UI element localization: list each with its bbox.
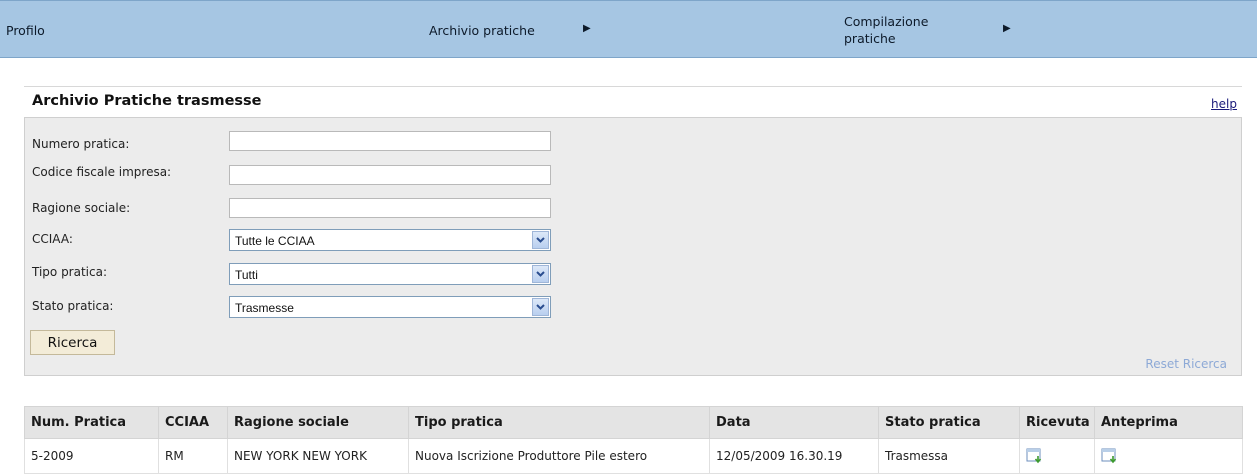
ragione-sociale-label: Ragione sociale: <box>32 201 131 215</box>
cell-cciaa: RM <box>158 438 228 474</box>
chevron-down-icon[interactable] <box>532 298 549 316</box>
cell-data: 12/05/2009 16.30.19 <box>709 438 879 474</box>
triangle-right-icon[interactable]: ▶ <box>583 23 591 34</box>
stato-pratica-select[interactable]: Trasmesse <box>229 296 551 318</box>
search-form-panel <box>24 117 1242 376</box>
cciaa-select-value: Tutte le CCIAA <box>235 234 315 248</box>
results-table: Num. Pratica CCIAA Ragione sociale Tipo … <box>24 406 1243 474</box>
numero-pratica-input[interactable] <box>229 131 551 151</box>
cell-tipo-pratica: Nuova Iscrizione Produttore Pile estero <box>408 438 710 474</box>
numero-pratica-label: Numero pratica: <box>32 137 130 151</box>
codice-fiscale-input[interactable] <box>229 165 551 185</box>
triangle-right-icon[interactable]: ▶ <box>1003 23 1011 34</box>
column-header-cciaa: CCIAA <box>158 406 228 439</box>
cell-ragione-sociale: NEW YORK NEW YORK <box>227 438 409 474</box>
column-header-ragione-sociale: Ragione sociale <box>227 406 409 439</box>
ragione-sociale-input[interactable] <box>229 198 551 218</box>
table-row: 5-2009 RM NEW YORK NEW YORK Nuova Iscriz… <box>24 438 1243 474</box>
tipo-pratica-select-value: Tutti <box>235 268 258 282</box>
cell-stato-pratica: Trasmessa <box>878 438 1020 474</box>
stato-pratica-select-value: Trasmesse <box>235 301 294 315</box>
nav-compilazione-pratiche[interactable]: Compilazione pratiche <box>844 13 964 47</box>
top-navigation-bar: Profilo Archivio pratiche ▶ Compilazione… <box>0 0 1257 58</box>
chevron-down-icon[interactable] <box>532 265 549 283</box>
cell-num-pratica: 5-2009 <box>24 438 159 474</box>
ricerca-button[interactable]: Ricerca <box>30 330 115 355</box>
column-header-stato-pratica: Stato pratica <box>878 406 1020 439</box>
help-link[interactable]: help <box>1211 97 1237 111</box>
codice-fiscale-label: Codice fiscale impresa: <box>32 165 172 179</box>
download-document-icon[interactable] <box>1101 448 1119 464</box>
stato-pratica-label: Stato pratica: <box>32 299 114 313</box>
reset-ricerca-link[interactable]: Reset Ricerca <box>1145 357 1227 371</box>
nav-archivio-pratiche[interactable]: Archivio pratiche <box>429 23 535 38</box>
column-header-ricevuta: Ricevuta <box>1019 406 1095 439</box>
tipo-pratica-label: Tipo pratica: <box>32 265 108 279</box>
column-header-data: Data <box>709 406 879 439</box>
table-header-row: Num. Pratica CCIAA Ragione sociale Tipo … <box>24 406 1243 439</box>
chevron-down-icon[interactable] <box>532 231 549 249</box>
cciaa-label: CCIAA: <box>32 232 73 246</box>
cciaa-select[interactable]: Tutte le CCIAA <box>229 229 551 251</box>
column-header-tipo-pratica: Tipo pratica <box>408 406 710 439</box>
cell-anteprima <box>1094 438 1243 474</box>
tipo-pratica-select[interactable]: Tutti <box>229 263 551 285</box>
section-divider <box>24 86 1242 87</box>
page-title: Archivio Pratiche trasmesse <box>32 93 262 109</box>
download-document-icon[interactable] <box>1026 448 1044 464</box>
cell-ricevuta <box>1019 438 1095 474</box>
column-header-num-pratica: Num. Pratica <box>24 406 159 439</box>
column-header-anteprima: Anteprima <box>1094 406 1243 439</box>
nav-profilo[interactable]: Profilo <box>6 23 45 38</box>
